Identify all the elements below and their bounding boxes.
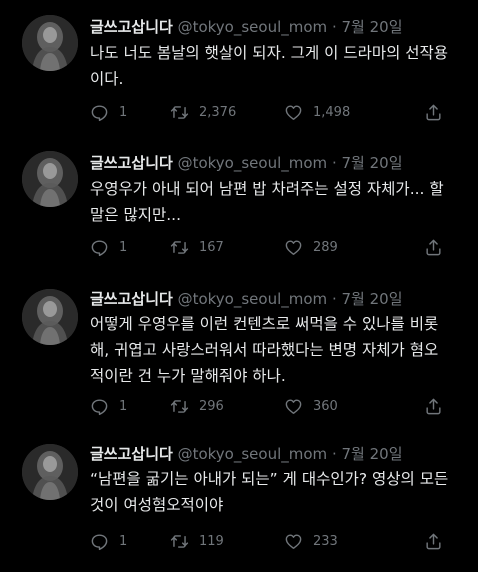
share-button[interactable] (424, 397, 443, 416)
share-icon (424, 532, 443, 551)
reply-icon (90, 397, 109, 416)
reply-button[interactable]: 1 (90, 103, 127, 122)
tweet-text: 어떻게 우영우를 이런 컨텐츠로 써먹을 수 있나를 비롯 해, 귀엽고 사랑스… (90, 315, 439, 385)
retweet-button[interactable]: 119 (170, 532, 224, 551)
like-button[interactable]: 360 (284, 397, 338, 416)
tweet-header: 글쓰고삽니다 @tokyo_seoul_mom · 7월 20일 (90, 443, 403, 464)
like-button[interactable]: 289 (284, 238, 338, 257)
tweet-header: 글쓰고삽니다 @tokyo_seoul_mom · 7월 20일 (90, 16, 403, 37)
reply-count: 1 (119, 399, 128, 414)
tweet[interactable]: 글쓰고삽니다 @tokyo_seoul_mom · 7월 20일 우영우가 아내… (0, 140, 478, 283)
reply-button[interactable]: 1 (90, 397, 127, 416)
handle[interactable]: @tokyo_seoul_mom (178, 445, 328, 463)
avatar[interactable] (22, 151, 78, 207)
retweet-count: 2,376 (199, 105, 237, 120)
tweet-actions: 1 2,376 1,498 (90, 103, 478, 127)
like-button[interactable]: 233 (284, 532, 338, 551)
share-button[interactable] (424, 103, 443, 122)
separator: · (331, 290, 337, 308)
like-count: 289 (313, 240, 338, 255)
like-icon (284, 103, 303, 122)
avatar[interactable] (22, 15, 78, 71)
retweet-count: 119 (199, 534, 224, 549)
retweet-icon (170, 397, 189, 416)
tweet-date[interactable]: 7월 20일 (342, 445, 403, 463)
display-name[interactable]: 글쓰고삽니다 (90, 18, 173, 36)
retweet-button[interactable]: 2,376 (170, 103, 236, 122)
retweet-count: 167 (199, 240, 224, 255)
tweet[interactable]: 글쓰고삽니다 @tokyo_seoul_mom · 7월 20일 “남편을 굶기… (0, 438, 478, 572)
display-name[interactable]: 글쓰고삽니다 (90, 154, 173, 172)
like-count: 233 (313, 534, 338, 549)
like-count: 1,498 (313, 105, 351, 120)
display-name[interactable]: 글쓰고삽니다 (90, 445, 173, 463)
handle[interactable]: @tokyo_seoul_mom (178, 154, 328, 172)
separator: · (331, 18, 337, 36)
like-count: 360 (313, 399, 338, 414)
display-name[interactable]: 글쓰고삽니다 (90, 290, 173, 308)
tweet-actions: 1 296 360 (90, 397, 478, 421)
tweet-date[interactable]: 7월 20일 (342, 290, 403, 308)
separator: · (331, 445, 337, 463)
tweet-text: 나도 너도 봄날의 햇살이 되자. 그게 이 드라마의 선작용 이다. (90, 44, 449, 88)
avatar[interactable] (22, 444, 78, 500)
tweet[interactable]: 글쓰고삽니다 @tokyo_seoul_mom · 7월 20일 나도 너도 봄… (0, 0, 478, 140)
avatar[interactable] (22, 289, 78, 345)
reply-count: 1 (119, 105, 128, 120)
tweet-text: 우영우가 아내 되어 남편 밥 차려주는 설정 자체가... 할 말은 많지만.… (90, 180, 444, 224)
tweet-actions: 1 167 289 (90, 238, 478, 262)
share-button[interactable] (424, 532, 443, 551)
handle[interactable]: @tokyo_seoul_mom (178, 290, 328, 308)
reply-icon (90, 532, 109, 551)
retweet-count: 296 (199, 399, 224, 414)
separator: · (331, 154, 337, 172)
like-icon (284, 397, 303, 416)
share-icon (424, 103, 443, 122)
reply-count: 1 (119, 534, 128, 549)
reply-icon (90, 238, 109, 257)
tweet-date[interactable]: 7월 20일 (342, 154, 403, 172)
tweet[interactable]: 글쓰고삽니다 @tokyo_seoul_mom · 7월 20일 어떻게 우영우… (0, 283, 478, 438)
reply-button[interactable]: 1 (90, 238, 127, 257)
like-button[interactable]: 1,498 (284, 103, 350, 122)
reply-button[interactable]: 1 (90, 532, 127, 551)
like-icon (284, 238, 303, 257)
like-icon (284, 532, 303, 551)
reply-icon (90, 103, 109, 122)
tweet-header: 글쓰고삽니다 @tokyo_seoul_mom · 7월 20일 (90, 288, 403, 309)
share-icon (424, 238, 443, 257)
handle[interactable]: @tokyo_seoul_mom (178, 18, 328, 36)
retweet-icon (170, 103, 189, 122)
reply-count: 1 (119, 240, 128, 255)
tweet-date[interactable]: 7월 20일 (342, 18, 403, 36)
share-button[interactable] (424, 238, 443, 257)
tweet-header: 글쓰고삽니다 @tokyo_seoul_mom · 7월 20일 (90, 152, 403, 173)
share-icon (424, 397, 443, 416)
tweet-actions: 1 119 233 (90, 532, 478, 556)
retweet-icon (170, 532, 189, 551)
retweet-button[interactable]: 296 (170, 397, 224, 416)
tweet-text: “남편을 굶기는 아내가 되는” 게 대수인가? 영상의 모든 것이 여성혐오적… (90, 470, 449, 514)
retweet-icon (170, 238, 189, 257)
retweet-button[interactable]: 167 (170, 238, 224, 257)
